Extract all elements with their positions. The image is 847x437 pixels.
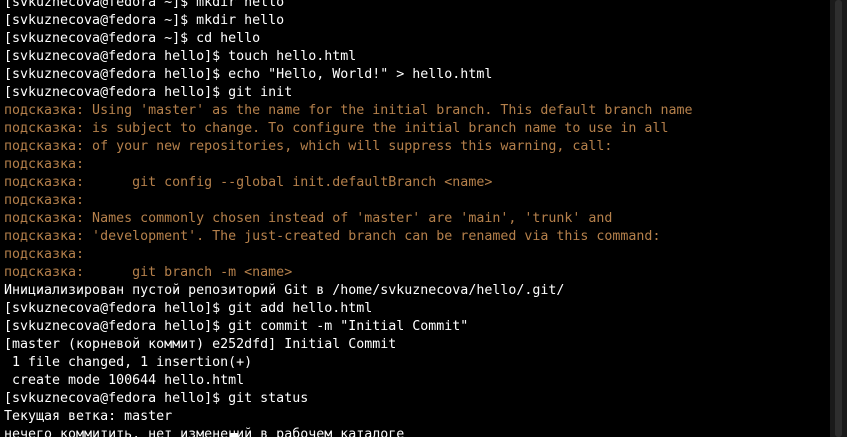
hint-line: подсказка: 'development'. The just-creat… (4, 229, 661, 244)
terminal-line: [svkuznecova@fedora hello]$ touch hello.… (4, 49, 357, 64)
terminal-line: [svkuznecova@fedora ~]$ mkdir hello (4, 0, 285, 10)
hint-line: подсказка: git branch -m <name> (4, 265, 293, 280)
hint-line: подсказка: (4, 247, 85, 262)
hint-line: подсказка: is subject to change. To conf… (4, 121, 669, 136)
terminal-line: нечего коммитить, нет изменений в рабоче… (4, 427, 405, 437)
hint-line: подсказка: (4, 157, 85, 172)
terminal-line: [master (корневой коммит) e252dfd] Initi… (4, 337, 397, 352)
vertical-scrollbar[interactable] (830, 0, 847, 437)
terminal-line: [svkuznecova@fedora hello]$ echo "Hello,… (4, 67, 493, 82)
hint-line: подсказка: (4, 193, 85, 208)
terminal-line: [svkuznecova@fedora hello]$ git status (4, 391, 309, 406)
terminal-line: Инициализирован пустой репозиторий Git в… (4, 283, 565, 298)
terminal-line: Текущая ветка: master (4, 409, 173, 424)
text-cursor (230, 433, 238, 437)
hint-line: подсказка: Using 'master' as the name fo… (4, 103, 693, 118)
terminal-line: [svkuznecova@fedora hello]$ git init (4, 85, 293, 100)
terminal-line: [svkuznecova@fedora hello]$ git commit -… (4, 319, 469, 334)
terminal-line: [svkuznecova@fedora ~]$ cd hello (4, 31, 261, 46)
terminal-line: create mode 100644 hello.html (4, 373, 245, 388)
hint-line: подсказка: Names commonly chosen instead… (4, 211, 613, 226)
terminal-line: 1 file changed, 1 insertion(+) (4, 355, 253, 370)
hint-line: подсказка: of your new repositories, whi… (4, 139, 613, 154)
terminal-line: [svkuznecova@fedora hello]$ git add hell… (4, 301, 373, 316)
terminal-line: [svkuznecova@fedora ~]$ mkdir hello (4, 13, 285, 28)
terminal-window[interactable]: [svkuznecova@fedora ~]$ mkdir hello [svku… (0, 0, 847, 437)
hint-line: подсказка: git config --global init.defa… (4, 175, 493, 190)
terminal-output[interactable]: [svkuznecova@fedora ~]$ mkdir hello [svku… (4, 0, 830, 437)
scrollbar-thumb[interactable] (835, 0, 842, 437)
